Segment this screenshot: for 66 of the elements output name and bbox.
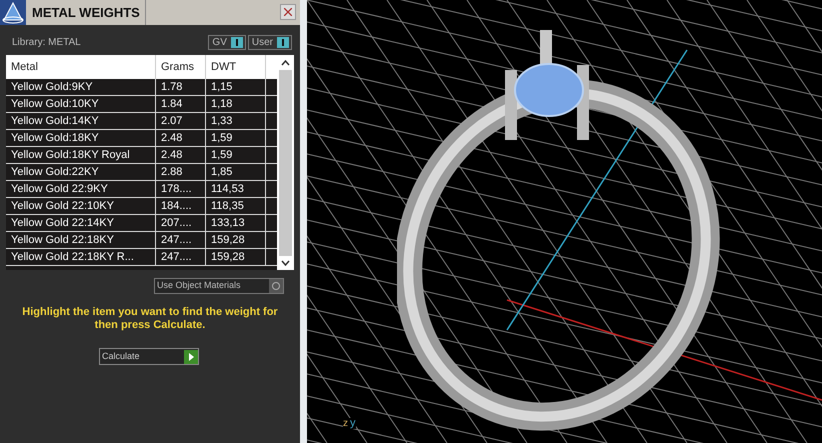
table-cell: Yellow Gold:18KY Royal [6, 147, 156, 163]
toggle-indicator-icon [277, 37, 289, 48]
table-cell: 159,28 [206, 232, 266, 248]
z-axis-label: z [343, 419, 348, 429]
toggle[interactable]: GV [208, 35, 246, 50]
table-cell: Yellow Gold 22:18KY R... [6, 249, 156, 265]
column-header[interactable]: DWT [206, 55, 266, 79]
table-cell: 118,35 [206, 198, 266, 214]
play-icon [184, 350, 198, 364]
table-row[interactable]: Yellow Gold:18KY 2.48 1,59 [6, 130, 277, 147]
table-cell: 207.... [156, 215, 206, 231]
table-cell: Yellow Gold 22:9KY [6, 181, 156, 197]
table-cell: 1,59 [206, 147, 266, 163]
table-cell: Yellow Gold:10KY [6, 96, 156, 112]
table-cell: Yellow Gold 22:14KY [6, 215, 156, 231]
table-cell: 1,18 [206, 96, 266, 112]
calculate-button[interactable]: Calculate [99, 348, 199, 365]
table-cell: Yellow Gold:22KY [6, 164, 156, 180]
scroll-up-icon [281, 60, 290, 66]
table-cell: 184.... [156, 198, 206, 214]
table-row[interactable]: Yellow Gold 22:18KY R... 247.... 159,28 [6, 249, 277, 266]
table-cell: 159,28 [206, 249, 266, 265]
table-row[interactable]: Yellow Gold:14KY 2.07 1,33 [6, 113, 277, 130]
table-row[interactable]: Yellow Gold:18KY Royal 2.48 1,59 [6, 147, 277, 164]
scrollbar[interactable] [277, 55, 294, 270]
table-cell: Yellow Gold:14KY [6, 113, 156, 129]
table-cell: 133,13 [206, 215, 266, 231]
table-cell: 247.... [156, 249, 206, 265]
table-cell: 1,15 [206, 79, 266, 95]
scroll-down-icon [281, 260, 290, 266]
column-header[interactable]: Metal [6, 55, 156, 79]
table-row[interactable]: Yellow Gold:10KY 1.84 1,18 [6, 96, 277, 113]
instruction-text: Highlight the item you want to find the weight for then press Calculate. [21, 306, 279, 332]
table-cell: 1,33 [206, 113, 266, 129]
table-cell: 114,53 [206, 181, 266, 197]
close-button[interactable] [280, 4, 296, 20]
close-icon [284, 8, 292, 16]
table-row[interactable]: Yellow Gold 22:9KY 178.... 114,53 [6, 181, 277, 198]
pyramid-logo-icon [0, 0, 26, 25]
table-cell: 2.48 [156, 147, 206, 163]
table-cell: Yellow Gold 22:10KY [6, 198, 156, 214]
table-cell: 2.88 [156, 164, 206, 180]
table-cell: Yellow Gold:18KY [6, 130, 156, 146]
table-cell: 178.... [156, 181, 206, 197]
table-cell: Yellow Gold 22:18KY [6, 232, 156, 248]
y-axis-label: y [350, 418, 356, 429]
table-row[interactable]: Yellow Gold 22:10KY 184.... 118,35 [6, 198, 277, 215]
table-cell: 1,59 [206, 130, 266, 146]
panel-title: METAL WEIGHTS [26, 0, 146, 25]
table-cell: 1.78 [156, 79, 206, 95]
table-cell: 2.07 [156, 113, 206, 129]
toggle-indicator-icon [230, 37, 243, 48]
column-header[interactable]: Grams [156, 55, 206, 79]
library-label: Library: METAL [12, 36, 81, 50]
table-row[interactable]: Yellow Gold 22:14KY 207.... 133,13 [6, 215, 277, 232]
use-object-materials-toggle[interactable]: Use Object Materials [154, 278, 284, 294]
toggle[interactable]: User [248, 35, 292, 50]
table-row[interactable]: Yellow Gold 22:18KY 247.... 159,28 [6, 232, 277, 249]
table-cell: 1.84 [156, 96, 206, 112]
radio-indicator-icon [269, 279, 283, 293]
table-row[interactable]: Yellow Gold:9KY 1.78 1,15 [6, 79, 277, 96]
table-row[interactable]: Yellow Gold:22KY 2.88 1,85 [6, 164, 277, 181]
table-cell: Yellow Gold:9KY [6, 79, 156, 95]
table-cell: 1,85 [206, 164, 266, 180]
table-cell: 247.... [156, 232, 206, 248]
table-cell: 2.48 [156, 130, 206, 146]
